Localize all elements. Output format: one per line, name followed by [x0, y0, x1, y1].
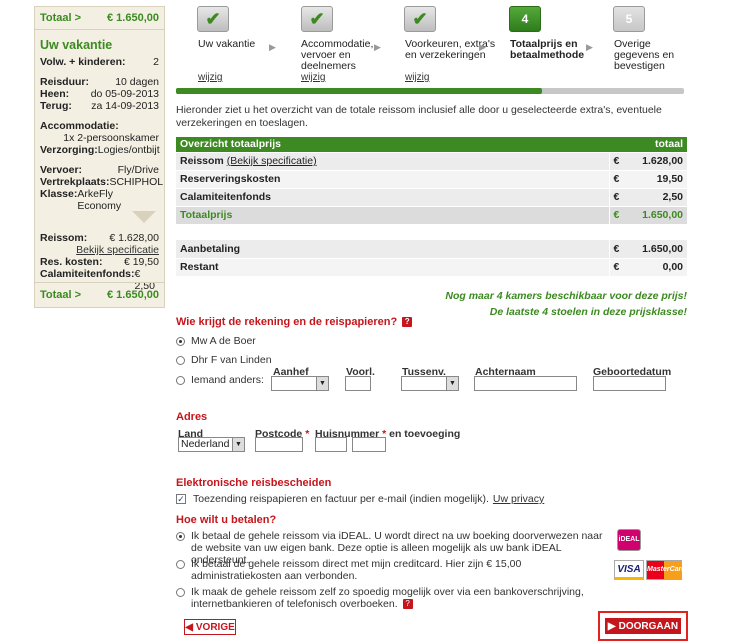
table-row: Calamiteitenfonds € 2,50 — [176, 188, 687, 207]
address-section-title: Adres — [176, 411, 208, 423]
visa-logo: VISA — [614, 560, 644, 580]
ideal-logo: iDEAL — [617, 529, 641, 551]
overview-header: Overzicht totaalprijs totaal — [176, 137, 687, 153]
sidebar-duration: Reisduur: 10 dagen — [40, 76, 159, 88]
edocs-option[interactable]: ✓ Toezending reispapieren en factuur per… — [176, 493, 544, 505]
step-5-number-badge: 5 — [613, 6, 645, 32]
sidebar-trip-cost: Reissom: € 1.628,00 — [40, 232, 159, 244]
birthdate-input[interactable] — [593, 376, 666, 391]
edocs-section-title: Elektronische reisbescheiden — [176, 477, 332, 489]
house-number-input[interactable] — [315, 437, 347, 452]
payment-split-table: Aanbetaling € 1.650,00 Restant € 0,00 — [176, 240, 687, 277]
step-4-label: Totaalprijs en betaalmethode — [510, 38, 585, 61]
radio-button[interactable] — [176, 336, 185, 346]
house-addition-input[interactable] — [352, 437, 386, 452]
overview-header-title: Overzicht totaalprijs — [176, 137, 631, 153]
sidebar-accommodation: Accommodatie: 1x 2-persoonskamer — [40, 120, 159, 144]
sidebar-travellers: Volw. + kinderen: 2 — [40, 56, 159, 68]
chevron-down-icon: ▼ — [446, 377, 458, 390]
step-progress-fill — [176, 88, 542, 94]
recipient-option-2[interactable]: Dhr F van Linden — [176, 354, 272, 366]
radio-button[interactable] — [176, 355, 185, 365]
chevron-down-icon: ▼ — [232, 438, 244, 451]
payment-option-transfer[interactable]: Ik maak de gehele reissom zelf zo spoedi… — [176, 586, 606, 610]
help-icon[interactable]: ? — [402, 317, 413, 328]
invoice-section-title: Wie krijgt de rekening en de reispapiere… — [176, 316, 413, 328]
sidebar-total-value: € 1.650,00 — [107, 12, 159, 24]
radio-button[interactable] — [176, 375, 185, 385]
salutation-select[interactable]: ▼ — [271, 376, 329, 391]
sidebar-return: Terug: za 14-09-2013 — [40, 100, 159, 112]
price-overview-table: Overzicht totaalprijs totaal Reissom (Be… — [176, 137, 687, 225]
overview-header-total: totaal — [631, 137, 687, 153]
country-select[interactable]: Nederland ▼ — [178, 437, 245, 452]
back-button[interactable]: ◀ VORIGE — [184, 619, 236, 635]
checkmark-icon: ✔ — [301, 6, 333, 32]
sidebar-total-bottom[interactable]: Totaal > € 1.650,00 — [35, 282, 164, 307]
chevron-right-icon: ▶ — [586, 42, 593, 52]
sidebar-total-value-bottom: € 1.650,00 — [107, 289, 159, 301]
booking-steps: ✔ Uw vakantie wijzig ▶ ✔ Accommodatie, v… — [176, 4, 686, 96]
remainder-row: Restant € 0,00 — [176, 258, 687, 277]
booking-summary-sidebar: Totaal > € 1.650,00 Uw vakantie Volw. + … — [34, 6, 165, 308]
chevron-right-icon: ▶ — [479, 42, 486, 52]
sidebar-spec-link[interactable]: Bekijk specificatie — [35, 244, 164, 256]
step-progress-bar — [176, 88, 684, 94]
mastercard-logo: MasterCard — [646, 560, 686, 580]
recipient-option-1[interactable]: Mw A de Boer — [176, 335, 256, 347]
sidebar-pointer-arrow — [132, 211, 156, 223]
sidebar-total-top[interactable]: Totaal > € 1.650,00 — [35, 7, 164, 30]
step-5-label: Overige gegevens en bevestigen — [614, 38, 675, 72]
step-2-edit-link[interactable]: wijzig — [301, 72, 325, 83]
step-3-label: Voorkeuren, extra's en verzekeringen — [405, 38, 496, 61]
lastname-input[interactable] — [474, 376, 577, 391]
initials-input[interactable] — [345, 376, 371, 391]
radio-button[interactable] — [176, 532, 185, 541]
sidebar-res-cost: Res. kosten: € 19,50 — [40, 256, 159, 268]
checkbox[interactable]: ✓ — [176, 494, 186, 504]
seats-notice: De laatste 4 stoelen in deze prijsklasse… — [489, 306, 687, 318]
step-1-edit-link[interactable]: wijzig — [198, 72, 222, 83]
step-3-edit-link[interactable]: wijzig — [405, 72, 429, 83]
step-2-label: Accommodatie, vervoer en deelnemers — [301, 38, 374, 72]
payment-option-creditcard[interactable]: Ik betaal de gehele reissom direct met m… — [176, 558, 606, 582]
table-row: Reissom (Bekijk specificatie) € 1.628,00 — [176, 152, 687, 171]
checkmark-icon: ✔ — [404, 6, 436, 32]
sidebar-total-label: Totaal > — [40, 12, 82, 24]
checkmark-icon: ✔ — [197, 6, 229, 32]
postcode-input[interactable] — [255, 437, 303, 452]
next-button[interactable]: ▶ DOORGAAN — [605, 618, 681, 634]
help-icon[interactable]: ? — [402, 599, 413, 610]
deposit-row: Aanbetaling € 1.650,00 — [176, 240, 687, 259]
step-4-number-badge: 4 — [509, 6, 541, 32]
radio-button[interactable] — [176, 560, 185, 569]
recipient-option-3[interactable]: Iemand anders: — [176, 374, 264, 386]
next-button-highlight: ▶ DOORGAAN — [598, 611, 688, 641]
rooms-notice: Nog maar 4 kamers beschikbaar voor deze … — [445, 290, 687, 302]
privacy-link[interactable]: Uw privacy — [493, 493, 544, 505]
chevron-right-icon: ▶ — [374, 42, 381, 52]
sidebar-total-label-bottom: Totaal > — [40, 289, 82, 301]
sidebar-board: Verzorging: Logies/ontbijt — [40, 144, 160, 156]
sidebar-outbound: Heen: do 05-09-2013 — [40, 88, 159, 100]
sidebar-transport: Vervoer: Fly/Drive — [40, 164, 159, 176]
sidebar-departure: Vertrekplaats: SCHIPHOL — [40, 176, 164, 188]
spec-link[interactable]: (Bekijk specificatie) — [227, 155, 317, 167]
step-1-label: Uw vakantie — [198, 38, 256, 50]
intro-text: Hieronder ziet u het overzicht van de to… — [176, 104, 662, 129]
sidebar-title: Uw vakantie — [40, 38, 113, 52]
table-row: Reserveringskosten € 19,50 — [176, 170, 687, 189]
chevron-right-icon: ▶ — [607, 620, 616, 632]
sidebar-class: Klasse: ArkeFly Economy — [40, 188, 122, 212]
chevron-left-icon: ◀ — [185, 621, 193, 633]
chevron-down-icon: ▼ — [316, 377, 328, 390]
chevron-right-icon: ▶ — [269, 42, 276, 52]
overview-total-row: Totaalprijs € 1.650,00 — [176, 206, 687, 225]
infix-select[interactable]: ▼ — [401, 376, 459, 391]
payment-section-title: Hoe wilt u betalen? — [176, 514, 277, 526]
credit-card-logos: VISA MasterCard — [614, 560, 686, 580]
radio-button[interactable] — [176, 588, 185, 597]
